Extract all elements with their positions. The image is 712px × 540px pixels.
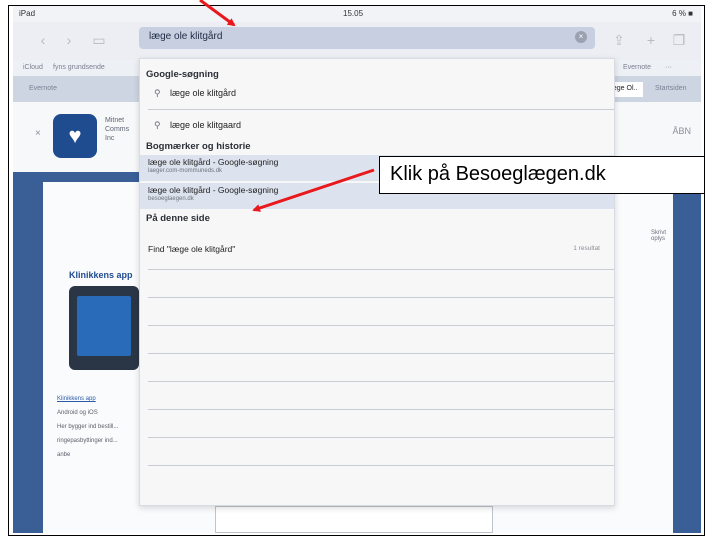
tab-evernote[interactable]: Evernote (23, 82, 63, 97)
bookmarks-header: Bogmærker og historie (146, 141, 251, 152)
page-text: Android og iOS (57, 410, 98, 416)
divider (148, 109, 614, 110)
page-text: anbe (57, 452, 71, 458)
share-icon[interactable]: ⇪ (611, 32, 627, 48)
annotation-callout: Klik på Besoeglægen.dk (379, 156, 704, 194)
figure-frame: iPad 15.05 6 % ■ ‹ › ▭ ⇪ + ❐ læge ole kl… (8, 5, 705, 536)
suggestions-dropdown: Google-søgning ⚲ læge ole klitgård ⚲ læg… (139, 58, 615, 506)
page-link[interactable]: Klinikkens app (57, 396, 96, 402)
address-bar[interactable]: læge ole klitgård × (139, 27, 595, 49)
on-page-header: På denne side (146, 213, 210, 224)
divider (148, 353, 614, 354)
app-logo-icon: ♥ (53, 114, 97, 158)
divider (148, 409, 614, 410)
find-on-page[interactable]: Find "læge ole klitgård" 1 resultat (140, 239, 614, 261)
close-banner-icon[interactable]: × (35, 128, 41, 139)
more-icon[interactable]: ··· (665, 64, 672, 71)
favorite-item[interactable]: Evernote (623, 64, 651, 71)
new-tab-icon[interactable]: + (643, 32, 659, 48)
divider (148, 465, 614, 466)
forward-icon[interactable]: › (61, 32, 77, 48)
callout-text: Klik på Besoeglægen.dk (390, 163, 606, 185)
tab-startsiden[interactable]: Startsiden (649, 82, 693, 97)
divider (148, 381, 614, 382)
divider (148, 297, 614, 298)
favorite-item[interactable]: fyns grundsende (53, 64, 105, 71)
banner-app-name: Mitnet Comms Inc (105, 117, 130, 142)
google-suggestion[interactable]: ⚲ læge ole klitgård (140, 83, 614, 105)
phone-image (69, 286, 139, 370)
status-device: iPad (19, 9, 36, 18)
divider (148, 325, 614, 326)
page-text: Her bygger ind bestill... (57, 424, 119, 430)
search-icon: ⚲ (154, 88, 161, 98)
ipad-screen: iPad 15.05 6 % ■ ‹ › ▭ ⇪ + ❐ læge ole kl… (13, 6, 701, 533)
status-battery: 6 % ■ (672, 9, 693, 18)
side-link[interactable]: Skrivt oplys (651, 230, 673, 242)
back-icon[interactable]: ‹ (35, 32, 51, 48)
google-search-header: Google-søgning (146, 69, 219, 80)
google-suggestion[interactable]: ⚲ læge ole klitgaard (140, 115, 614, 137)
tabs-icon[interactable]: ❐ (671, 32, 687, 48)
divider (148, 437, 614, 438)
search-icon: ⚲ (154, 120, 161, 130)
section-title: Klinikkens app (69, 270, 133, 280)
open-app-button[interactable]: ÅBN (672, 126, 691, 136)
page-text: ringepasbyttinger ind... (57, 438, 118, 444)
divider (148, 269, 614, 270)
clear-icon[interactable]: × (575, 31, 587, 43)
status-time: 15.05 (343, 9, 364, 18)
status-bar: iPad 15.05 6 % ■ (13, 6, 701, 22)
favorite-item[interactable]: iCloud (23, 64, 43, 71)
page-button[interactable] (215, 506, 493, 533)
address-input[interactable]: læge ole klitgård (149, 31, 222, 42)
bookmarks-icon[interactable]: ▭ (91, 32, 107, 48)
